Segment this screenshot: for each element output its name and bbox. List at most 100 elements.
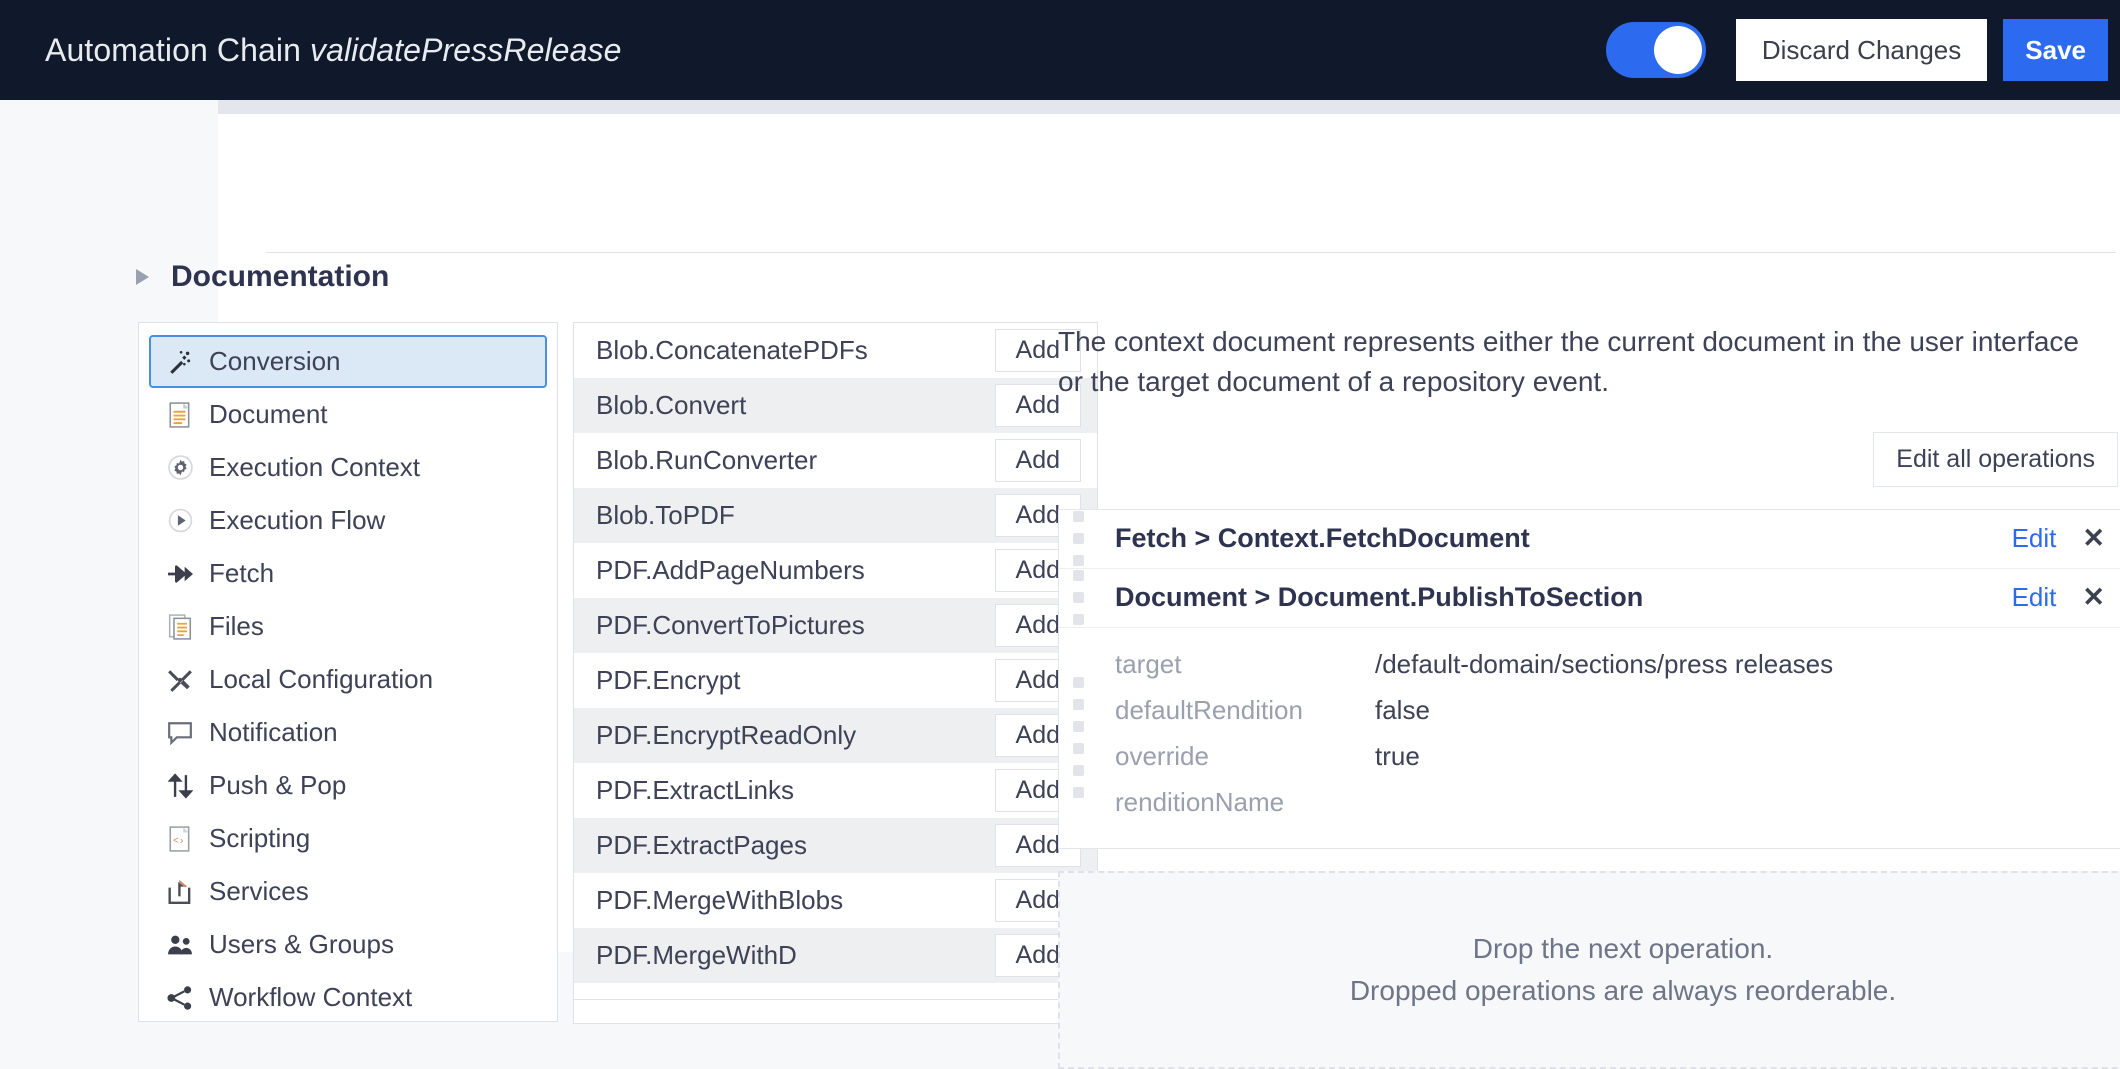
chain-step-parameters: target/default-domain/sections/press rel… xyxy=(1059,628,2120,848)
top-strip xyxy=(218,100,2120,114)
document-icon xyxy=(165,394,195,435)
documentation-title: Documentation xyxy=(171,260,390,293)
section-divider xyxy=(266,252,2116,253)
edit-step-link[interactable]: Edit xyxy=(2012,523,2057,554)
chain-step-title: Document > Document.PublishToSection xyxy=(1115,582,1644,612)
operation-row[interactable]: PDF.ConvertToPictures Add xyxy=(574,598,1097,653)
network-share-icon xyxy=(165,977,195,1018)
edit-all-row: Edit all operations xyxy=(1058,431,2118,487)
operation-row[interactable]: Blob.ToPDF Add xyxy=(574,488,1097,543)
chain-step-actions: Edit✕? xyxy=(2012,522,2120,556)
push-pop-arrows-icon xyxy=(165,765,195,806)
operation-name: PDF.EncryptReadOnly xyxy=(596,720,857,750)
speech-bubble-icon xyxy=(165,712,195,753)
operation-row[interactable]: Blob.RunConverter Add xyxy=(574,433,1097,488)
operation-name: Blob.Convert xyxy=(596,390,747,420)
operation-name: Blob.ToPDF xyxy=(596,500,735,530)
operation-row[interactable]: PDF.AddPageNumbers Add xyxy=(574,543,1097,598)
category-item-scripting[interactable]: <› Scripting xyxy=(149,812,547,865)
share-export-icon xyxy=(165,871,195,912)
category-item-label: Notification xyxy=(209,717,338,747)
category-item-conversion[interactable]: Conversion xyxy=(149,335,547,388)
operation-row[interactable]: PDF.MergeWithBlobs Add xyxy=(574,873,1097,928)
operation-row[interactable]: Blob.ConcatenatePDFs Add xyxy=(574,323,1097,378)
operation-name: Blob.ConcatenatePDFs xyxy=(596,335,868,365)
dropzone-line-1: Drop the next operation. xyxy=(1472,932,1774,964)
parameter-row: renditionName xyxy=(1115,780,2120,826)
category-item-local-configuration[interactable]: Local Configuration xyxy=(149,653,547,706)
category-item-users-groups[interactable]: Users & Groups xyxy=(149,918,547,971)
parameter-row: target/default-domain/sections/press rel… xyxy=(1115,642,2120,688)
category-item-label: Services xyxy=(209,876,309,906)
category-item-label: Fetch xyxy=(209,558,275,588)
parameter-key: defaultRendition xyxy=(1115,695,1303,725)
documentation-header[interactable]: Documentation xyxy=(136,260,389,294)
tools-icon xyxy=(165,659,195,700)
operation-name: PDF.ExtractLinks xyxy=(596,775,794,805)
parameter-value: false xyxy=(1375,695,1430,725)
operation-row[interactable]: PDF.ExtractPages Add xyxy=(574,818,1097,873)
category-item-label: Files xyxy=(209,611,264,641)
play-circle-icon xyxy=(165,500,195,541)
operation-row[interactable]: PDF.MergeWithD Add xyxy=(574,928,1097,983)
save-button[interactable]: Save xyxy=(2003,19,2108,81)
operation-name: PDF.ConvertToPictures xyxy=(596,610,865,640)
category-item-execution-flow[interactable]: Execution Flow xyxy=(149,494,547,547)
category-item-label: Workflow Context xyxy=(209,982,413,1012)
category-item-document[interactable]: Document xyxy=(149,388,547,441)
enable-toggle[interactable] xyxy=(1605,22,1706,78)
page-title: Automation Chain validatePressRelease xyxy=(45,32,621,69)
operations-panel-footer xyxy=(573,1000,1098,1024)
category-item-label: Document xyxy=(209,399,328,429)
operation-name: PDF.MergeWithBlobs xyxy=(596,885,844,915)
operation-dropzone[interactable]: Drop the next operation. Dropped operati… xyxy=(1058,870,2120,1069)
edit-all-operations-button[interactable]: Edit all operations xyxy=(1873,431,2118,487)
gear-icon xyxy=(165,447,195,488)
category-item-execution-context[interactable]: Execution Context xyxy=(149,441,547,494)
remove-step-icon[interactable]: ✕ xyxy=(2082,584,2105,611)
parameter-value: /default-domain/sections/press releases xyxy=(1375,649,1834,679)
app-header: Automation Chain validatePressRelease Di… xyxy=(0,0,2120,100)
category-item-fetch[interactable]: Fetch xyxy=(149,547,547,600)
category-item-notification[interactable]: Notification xyxy=(149,706,547,759)
category-item-files[interactable]: Files xyxy=(149,600,547,653)
discard-changes-button[interactable]: Discard Changes xyxy=(1735,19,1988,81)
operation-name: PDF.ExtractPages xyxy=(596,830,807,860)
edit-step-link[interactable]: Edit xyxy=(2012,582,2057,613)
content-card: Documentation Conversion Document Executio… xyxy=(48,100,2120,1069)
parameter-key: override xyxy=(1115,741,1209,771)
parameter-key: renditionName xyxy=(1115,787,1285,817)
drag-handle-icon[interactable] xyxy=(1073,510,1087,568)
operation-row[interactable]: Blob.Convert Add xyxy=(574,378,1097,433)
svg-text:<›: <› xyxy=(173,835,185,846)
operation-row[interactable]: PDF.ExtractLinks Add xyxy=(574,763,1097,818)
code-file-icon: <› xyxy=(165,818,195,859)
category-item-label: Users & Groups xyxy=(209,929,394,959)
category-item-label: Conversion xyxy=(209,346,341,376)
dropzone-line-2: Dropped operations are always reorderabl… xyxy=(1349,974,1897,1006)
category-list: Conversion Document Execution Context Execu… xyxy=(139,323,557,1024)
category-item-push-pop[interactable]: Push & Pop xyxy=(149,759,547,812)
parameter-row: override true xyxy=(1115,734,2120,780)
category-item-services[interactable]: Services xyxy=(149,865,547,918)
chain-step-row: Fetch > Context.FetchDocumentEdit✕? xyxy=(1059,510,2120,569)
operation-row[interactable]: PDF.Encrypt Add xyxy=(574,653,1097,708)
category-item-workflow-context[interactable]: Workflow Context xyxy=(149,971,547,1024)
operation-name: PDF.AddPageNumbers xyxy=(596,555,865,585)
operations-panel[interactable]: Blob.ConcatenatePDFs Add Blob.Convert Add Bl… xyxy=(573,322,1098,1000)
operation-row[interactable]: PDF.EncryptReadOnly Add xyxy=(574,708,1097,763)
remove-step-icon[interactable]: ✕ xyxy=(2082,525,2105,552)
category-item-label: Execution Flow xyxy=(209,505,386,535)
category-item-label: Local Configuration xyxy=(209,664,434,694)
detail-pane: The context document represents either t… xyxy=(1058,322,2120,1069)
header-actions: Discard Changes Save xyxy=(1605,0,2120,100)
files-icon xyxy=(165,606,195,647)
drag-handle-icon[interactable] xyxy=(1073,628,1087,848)
drag-handle-icon[interactable] xyxy=(1073,569,1087,627)
parameter-key: target xyxy=(1115,649,1182,679)
context-description: The context document represents either t… xyxy=(1058,326,2080,397)
chevron-right-icon[interactable] xyxy=(136,269,149,285)
category-item-label: Push & Pop xyxy=(209,770,347,800)
operation-name: PDF.MergeWithD xyxy=(596,940,797,970)
parameter-row: defaultRendition false xyxy=(1115,688,2120,734)
